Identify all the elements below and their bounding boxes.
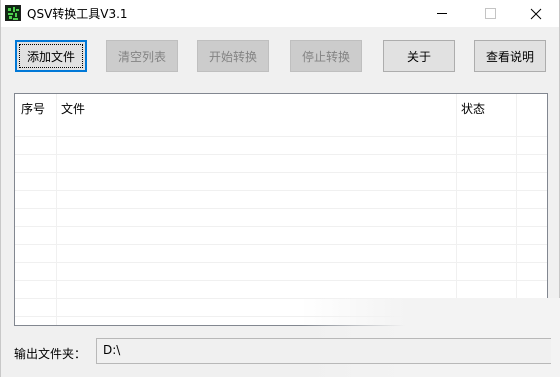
view-instructions-button[interactable]: 查看说明 <box>474 40 546 72</box>
window-title: QSV转换工具V3.1 <box>27 7 128 21</box>
close-icon <box>530 8 542 19</box>
grid-row-line <box>15 298 547 299</box>
minimize-button[interactable] <box>419 0 465 27</box>
close-button[interactable] <box>513 0 559 27</box>
column-header-file[interactable]: 文件 <box>61 100 85 117</box>
grid-row-line <box>15 316 547 317</box>
grid-row-line <box>15 244 547 245</box>
file-list[interactable]: 序号 文件 状态 <box>14 93 548 326</box>
about-button[interactable]: 关于 <box>383 40 455 72</box>
app-window: QSV转换工具V3.1 添加文件 清空列表 开始转换 停止转换 关于 查看说明 … <box>0 0 560 377</box>
grid-row-line <box>15 154 547 155</box>
clear-list-button[interactable]: 清空列表 <box>106 40 178 72</box>
grid-row-line <box>15 172 547 173</box>
column-divider <box>56 94 57 325</box>
stop-convert-button[interactable]: 停止转换 <box>290 40 362 72</box>
output-folder-label: 输出文件夹： <box>14 347 87 361</box>
grid-row-line <box>15 208 547 209</box>
grid-row-line <box>15 190 547 191</box>
output-folder-field[interactable]: D:\ <box>96 338 551 364</box>
maximize-icon <box>484 8 496 19</box>
title-bar[interactable]: QSV转换工具V3.1 <box>1 0 559 27</box>
column-divider <box>516 94 517 325</box>
grid-row-line <box>15 262 547 263</box>
column-divider <box>456 94 457 325</box>
add-file-button[interactable]: 添加文件 <box>15 40 87 72</box>
app-icon <box>5 5 21 21</box>
column-header-index[interactable]: 序号 <box>21 100 45 117</box>
start-convert-button[interactable]: 开始转换 <box>197 40 269 72</box>
column-header-status[interactable]: 状态 <box>461 100 485 117</box>
grid-row-line <box>15 136 547 137</box>
maximize-button[interactable] <box>467 0 513 27</box>
file-list-header: 序号 文件 状态 <box>15 94 547 120</box>
grid-row-line <box>15 280 547 281</box>
grid-row-line <box>15 226 547 227</box>
minimize-icon <box>437 13 447 14</box>
